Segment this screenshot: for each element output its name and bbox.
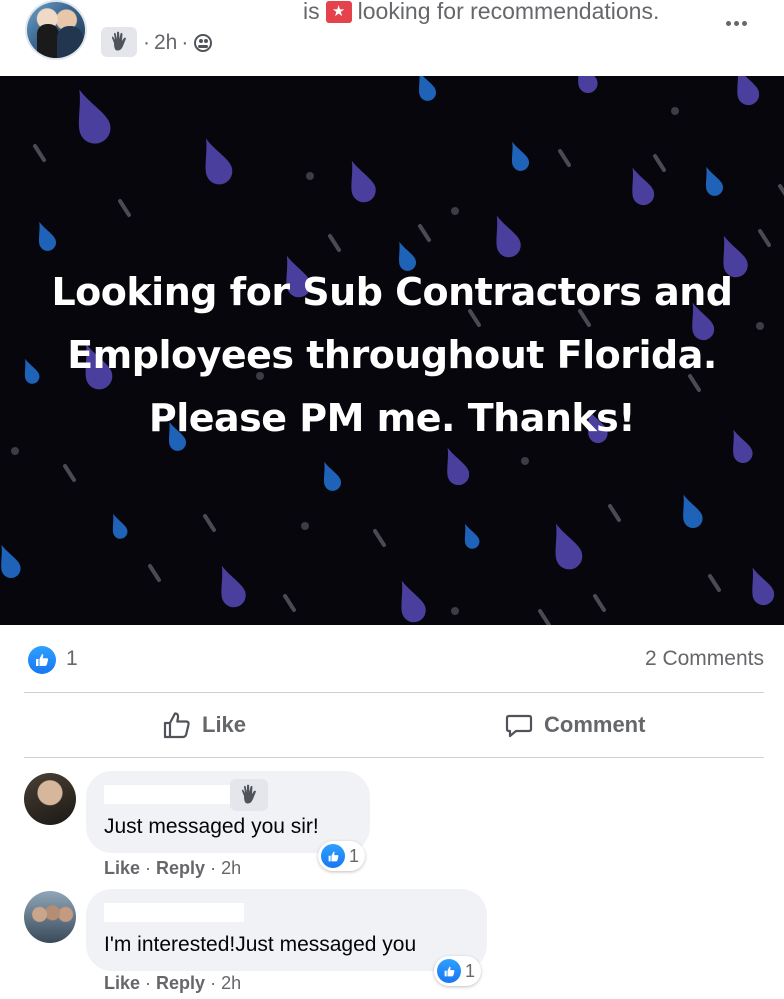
commenter-avatar[interactable] — [24, 891, 76, 943]
more-options-button[interactable] — [720, 8, 752, 38]
redacted-commenter-name — [104, 903, 244, 922]
rain-streak — [653, 154, 666, 172]
comment-bubble: Just messaged you sir! — [86, 771, 370, 853]
purple-raindrop — [555, 523, 583, 570]
purple-raindrop — [737, 76, 760, 106]
comment-like-link[interactable]: Like — [104, 858, 140, 879]
post-image-text: Looking for Sub Contractors and Employee… — [51, 270, 733, 440]
post-meta: · 2h · — [143, 31, 213, 55]
purple-raindrop — [752, 567, 775, 606]
comment-actions: Like · Reply · 2h — [104, 973, 242, 994]
rain-dot — [306, 172, 314, 180]
comment-reply-link[interactable]: Reply — [156, 973, 205, 994]
like-count[interactable]: 1 — [66, 647, 78, 671]
rain-streak — [778, 184, 784, 196]
purple-raindrop — [351, 160, 376, 203]
rain-streak — [328, 234, 341, 252]
status-line: is ★ looking for recommendations. — [303, 0, 659, 25]
blue-raindrop — [683, 494, 703, 528]
rain-streak — [63, 464, 76, 482]
comments-count-link[interactable]: 2 Comments — [645, 647, 764, 671]
blue-raindrop — [706, 166, 723, 196]
comment-bubble-icon — [505, 714, 533, 738]
rain-dot — [671, 107, 679, 115]
rain-streak — [538, 609, 551, 625]
blue-raindrop — [1, 544, 21, 578]
wave-hand-icon — [230, 779, 268, 811]
comment-time[interactable]: 2h — [221, 858, 241, 879]
blue-raindrop — [512, 141, 529, 171]
comment-bubble: I'm interested!Just messaged you — [86, 889, 487, 971]
rain-streak — [708, 574, 721, 592]
post-image[interactable]: Looking for Sub Contractors and Employee… — [0, 76, 784, 625]
comment-reply-link[interactable]: Reply — [156, 858, 205, 879]
author-avatar[interactable] — [25, 0, 87, 60]
purple-raindrop — [401, 580, 426, 623]
status-prefix: is — [303, 0, 320, 24]
rain-streak — [203, 514, 216, 532]
reactions-bar: 1 2 Comments — [24, 640, 764, 680]
comment-text: I'm interested!Just messaged you — [104, 933, 417, 956]
rain-streak — [758, 229, 771, 247]
rain-dot — [451, 607, 459, 615]
more-dots-icon — [725, 20, 731, 26]
comment-button[interactable]: Comment — [504, 705, 645, 745]
thumbs-up-icon — [163, 712, 190, 739]
rain-dot — [451, 207, 459, 215]
commenter-avatar[interactable] — [24, 773, 76, 825]
rain-dot — [301, 522, 309, 530]
blue-raindrop — [464, 523, 480, 549]
purple-raindrop — [447, 447, 470, 486]
blue-raindrop — [324, 461, 341, 491]
comment-text: Just messaged you sir! — [104, 815, 319, 838]
group-icon — [194, 34, 213, 52]
comment-reaction-badge[interactable]: 1 — [434, 956, 482, 986]
purple-raindrop — [205, 138, 233, 185]
divider — [24, 692, 764, 693]
rain-streak — [148, 564, 161, 582]
rain-streak — [593, 594, 606, 612]
comment-reaction-badge[interactable]: 1 — [318, 841, 366, 871]
comment-reaction-count: 1 — [349, 845, 360, 866]
like-reaction-icon — [321, 844, 345, 868]
blue-raindrop — [112, 513, 128, 539]
purple-raindrop — [578, 76, 598, 93]
comment-button-label: Comment — [544, 712, 646, 737]
post-header: is ★ looking for recommendations. · 2h · — [0, 0, 784, 76]
like-button-label: Like — [202, 712, 247, 737]
rain-streak — [608, 504, 621, 522]
wave-hand-icon — [101, 27, 137, 57]
rain-streak — [418, 224, 431, 242]
redacted-commenter-name — [104, 785, 232, 804]
rain-streak — [118, 199, 131, 217]
like-reaction-icon[interactable] — [28, 646, 56, 674]
divider — [24, 757, 764, 758]
blue-raindrop — [419, 76, 436, 101]
comment-actions: Like · Reply · 2h — [104, 858, 242, 879]
purple-raindrop — [632, 167, 655, 206]
rain-streak — [558, 149, 571, 167]
rain-streak — [33, 144, 46, 162]
rain-streak — [283, 594, 296, 612]
like-button[interactable]: Like — [162, 705, 246, 745]
purple-raindrop — [221, 565, 246, 608]
rain-streak — [373, 529, 386, 547]
blue-raindrop — [39, 221, 56, 251]
rain-dot — [521, 457, 529, 465]
purple-raindrop — [496, 215, 521, 258]
post-timestamp[interactable]: 2h — [154, 31, 177, 55]
comment-like-link[interactable]: Like — [104, 973, 140, 994]
comment-reaction-count: 1 — [465, 960, 476, 981]
purple-raindrop — [78, 89, 111, 144]
recommendation-star-icon: ★ — [325, 0, 352, 23]
like-reaction-icon — [437, 959, 461, 983]
status-text: looking for recommendations. — [357, 0, 660, 24]
comment-time[interactable]: 2h — [221, 973, 241, 994]
